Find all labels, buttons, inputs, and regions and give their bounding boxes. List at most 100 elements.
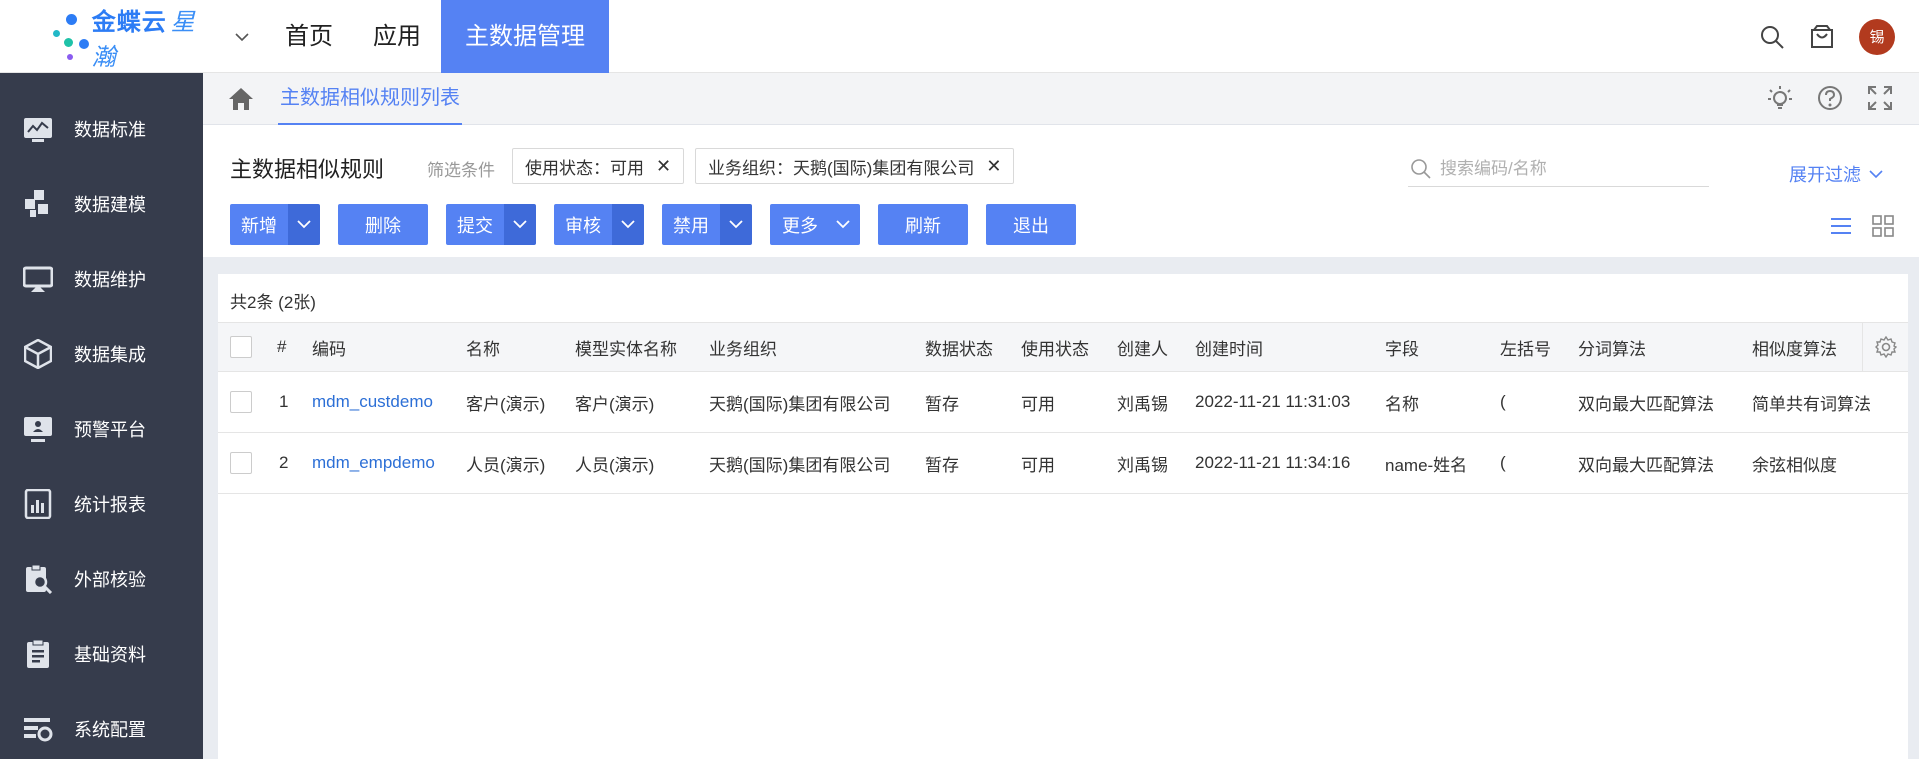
nav-item-mdm[interactable]: 主数据管理 (441, 0, 609, 73)
list-view-icon[interactable] (1829, 214, 1853, 238)
sidebar-item-data-maintenance[interactable]: 数据维护 (0, 241, 203, 316)
column-header[interactable]: 使用状态 (1021, 323, 1089, 371)
column-header[interactable]: 创建时间 (1195, 323, 1263, 371)
row-checkbox[interactable] (230, 452, 252, 474)
filter-chip-org[interactable]: 业务组织：天鹅(国际)集团有限公司 ✕ (695, 148, 1015, 184)
column-header[interactable]: 左括号 (1500, 323, 1551, 371)
table-header: # 编码 名称 模型实体名称 业务组织 数据状态 使用状态 创建人 创建时间 字… (218, 322, 1908, 372)
audit-button[interactable]: 审核 (554, 204, 612, 245)
record-count: 共2条 (2张) (230, 293, 316, 312)
code-link[interactable]: mdm_empdemo (312, 433, 435, 493)
chevron-down-icon (513, 220, 527, 229)
table-cell: 2022-11-21 11:31:03 (1195, 392, 1351, 411)
row-checkbox[interactable] (230, 391, 252, 413)
fullscreen-icon[interactable] (1865, 83, 1895, 113)
more-button-label: 更多 (782, 215, 818, 236)
avatar[interactable]: 锡 (1859, 18, 1895, 55)
sidebar-item-label: 数据集成 (74, 344, 146, 365)
code-link[interactable]: mdm_custdemo (312, 372, 433, 432)
column-header[interactable]: 创建人 (1117, 323, 1168, 371)
home-icon[interactable] (227, 85, 255, 113)
submit-dropdown[interactable] (504, 204, 536, 245)
sidebar-item-label: 预警平台 (74, 419, 146, 440)
audit-dropdown[interactable] (612, 204, 644, 245)
sidebar-item-label: 数据标准 (74, 119, 146, 140)
sidebar-item-stat-report[interactable]: 统计报表 (0, 466, 203, 541)
close-icon[interactable]: ✕ (986, 156, 1001, 177)
chevron-down-icon (297, 220, 311, 229)
sidebar-item-system-config[interactable]: 系统配置 (0, 691, 203, 759)
disable-dropdown[interactable] (720, 204, 752, 245)
filter-chip-status[interactable]: 使用状态：可用 ✕ (512, 148, 685, 184)
breadcrumb: 主数据相似规则列表 (203, 73, 1919, 125)
table-cell: 简单共有词算法 (1752, 394, 1871, 414)
chart-monitor-icon (22, 113, 54, 145)
search-input[interactable] (1440, 158, 1690, 179)
table-cell: 人员(演示) (466, 455, 546, 475)
grid-view-icon[interactable] (1871, 214, 1895, 238)
column-header[interactable]: 编码 (312, 323, 346, 371)
tab-similarity-rule-list[interactable]: 主数据相似规则列表 (278, 85, 462, 125)
filter-chip-label: 业务组织：天鹅(国际)集团有限公司 (708, 158, 975, 178)
audit-button-group: 审核 (554, 204, 644, 245)
table-cell: 天鹅(国际)集团有限公司 (709, 394, 891, 414)
expand-filter-label: 展开过滤 (1789, 165, 1861, 185)
more-button[interactable]: 更多 (770, 204, 860, 245)
sidebar-item-external-verify[interactable]: 外部核验 (0, 541, 203, 616)
select-all-checkbox[interactable] (230, 336, 252, 358)
column-header[interactable]: 数据状态 (925, 323, 993, 371)
column-header[interactable]: 字段 (1385, 323, 1419, 371)
sidebar-item-label: 基础资料 (74, 644, 146, 665)
new-button[interactable]: 新增 (230, 204, 288, 245)
submit-button-group: 提交 (446, 204, 536, 245)
disable-button[interactable]: 禁用 (662, 204, 720, 245)
column-settings-gear-icon[interactable] (1862, 323, 1908, 371)
table-cell: 名称 (1385, 394, 1419, 414)
report-icon (22, 488, 54, 520)
content-area: 主数据相似规则列表 主数据相似规则 筛选条件 使用状态：可用 ✕ 业务组织：天鹅… (203, 73, 1919, 759)
sidebar-item-alert-platform[interactable]: 预警平台 (0, 391, 203, 466)
shopping-bag-icon[interactable] (1807, 22, 1837, 52)
new-dropdown[interactable] (288, 204, 320, 245)
nav-item-apps[interactable]: 应用 (353, 0, 441, 73)
submit-button[interactable]: 提交 (446, 204, 504, 245)
table-cell: 刘禹锡 (1117, 394, 1168, 414)
nav-item-home[interactable]: 首页 (265, 0, 353, 73)
sidebar-item-label: 数据维护 (74, 269, 146, 290)
row-index: 1 (279, 392, 289, 411)
column-header[interactable]: 业务组织 (709, 323, 777, 371)
sidebar-item-data-integration[interactable]: 数据集成 (0, 316, 203, 391)
delete-button[interactable]: 删除 (338, 204, 428, 245)
chevron-down-icon[interactable] (234, 29, 250, 45)
close-icon[interactable]: ✕ (656, 156, 671, 177)
verify-icon (22, 563, 54, 595)
table-cell: 客户(演示) (466, 394, 546, 414)
column-header[interactable]: 分词算法 (1578, 323, 1646, 371)
search-icon[interactable] (1757, 22, 1787, 52)
chevron-down-icon (1869, 169, 1883, 178)
sidebar-item-label: 外部核验 (74, 569, 146, 590)
expand-filter-link[interactable]: 展开过滤 (1789, 161, 1883, 187)
table-cell: 2022-11-21 11:34:16 (1195, 453, 1351, 472)
table-row[interactable]: 2 mdm_empdemo 人员(演示) 人员(演示) 天鹅(国际)集团有限公司… (218, 433, 1908, 494)
sidebar-item-basic-data[interactable]: 基础资料 (0, 616, 203, 691)
clipboard-icon (22, 638, 54, 670)
brand-logo[interactable]: 金蝶云 星瀚 (50, 9, 250, 71)
sidebar-item-data-modeling[interactable]: 数据建模 (0, 166, 203, 241)
refresh-button[interactable]: 刷新 (878, 204, 968, 245)
logo-dots-icon (50, 12, 90, 62)
page-title: 主数据相似规则 (230, 157, 385, 182)
column-header[interactable]: 名称 (466, 323, 500, 371)
help-icon[interactable] (1815, 83, 1845, 113)
table-row[interactable]: 1 mdm_custdemo 客户(演示) 客户(演示) 天鹅(国际)集团有限公… (218, 372, 1908, 433)
sidebar-item-data-standard[interactable]: 数据标准 (0, 91, 203, 166)
lightbulb-icon[interactable] (1765, 83, 1795, 113)
table-cell: 人员(演示) (575, 455, 655, 475)
table-cell: ( (1500, 453, 1506, 472)
table-cell: ( (1500, 392, 1506, 411)
exit-button[interactable]: 退出 (986, 204, 1076, 245)
list-header-panel: 主数据相似规则 筛选条件 使用状态：可用 ✕ 业务组织：天鹅(国际)集团有限公司… (203, 125, 1919, 257)
column-header[interactable]: 相似度算法 (1752, 323, 1837, 371)
column-header[interactable]: 模型实体名称 (575, 323, 677, 371)
chevron-down-icon (729, 220, 743, 229)
